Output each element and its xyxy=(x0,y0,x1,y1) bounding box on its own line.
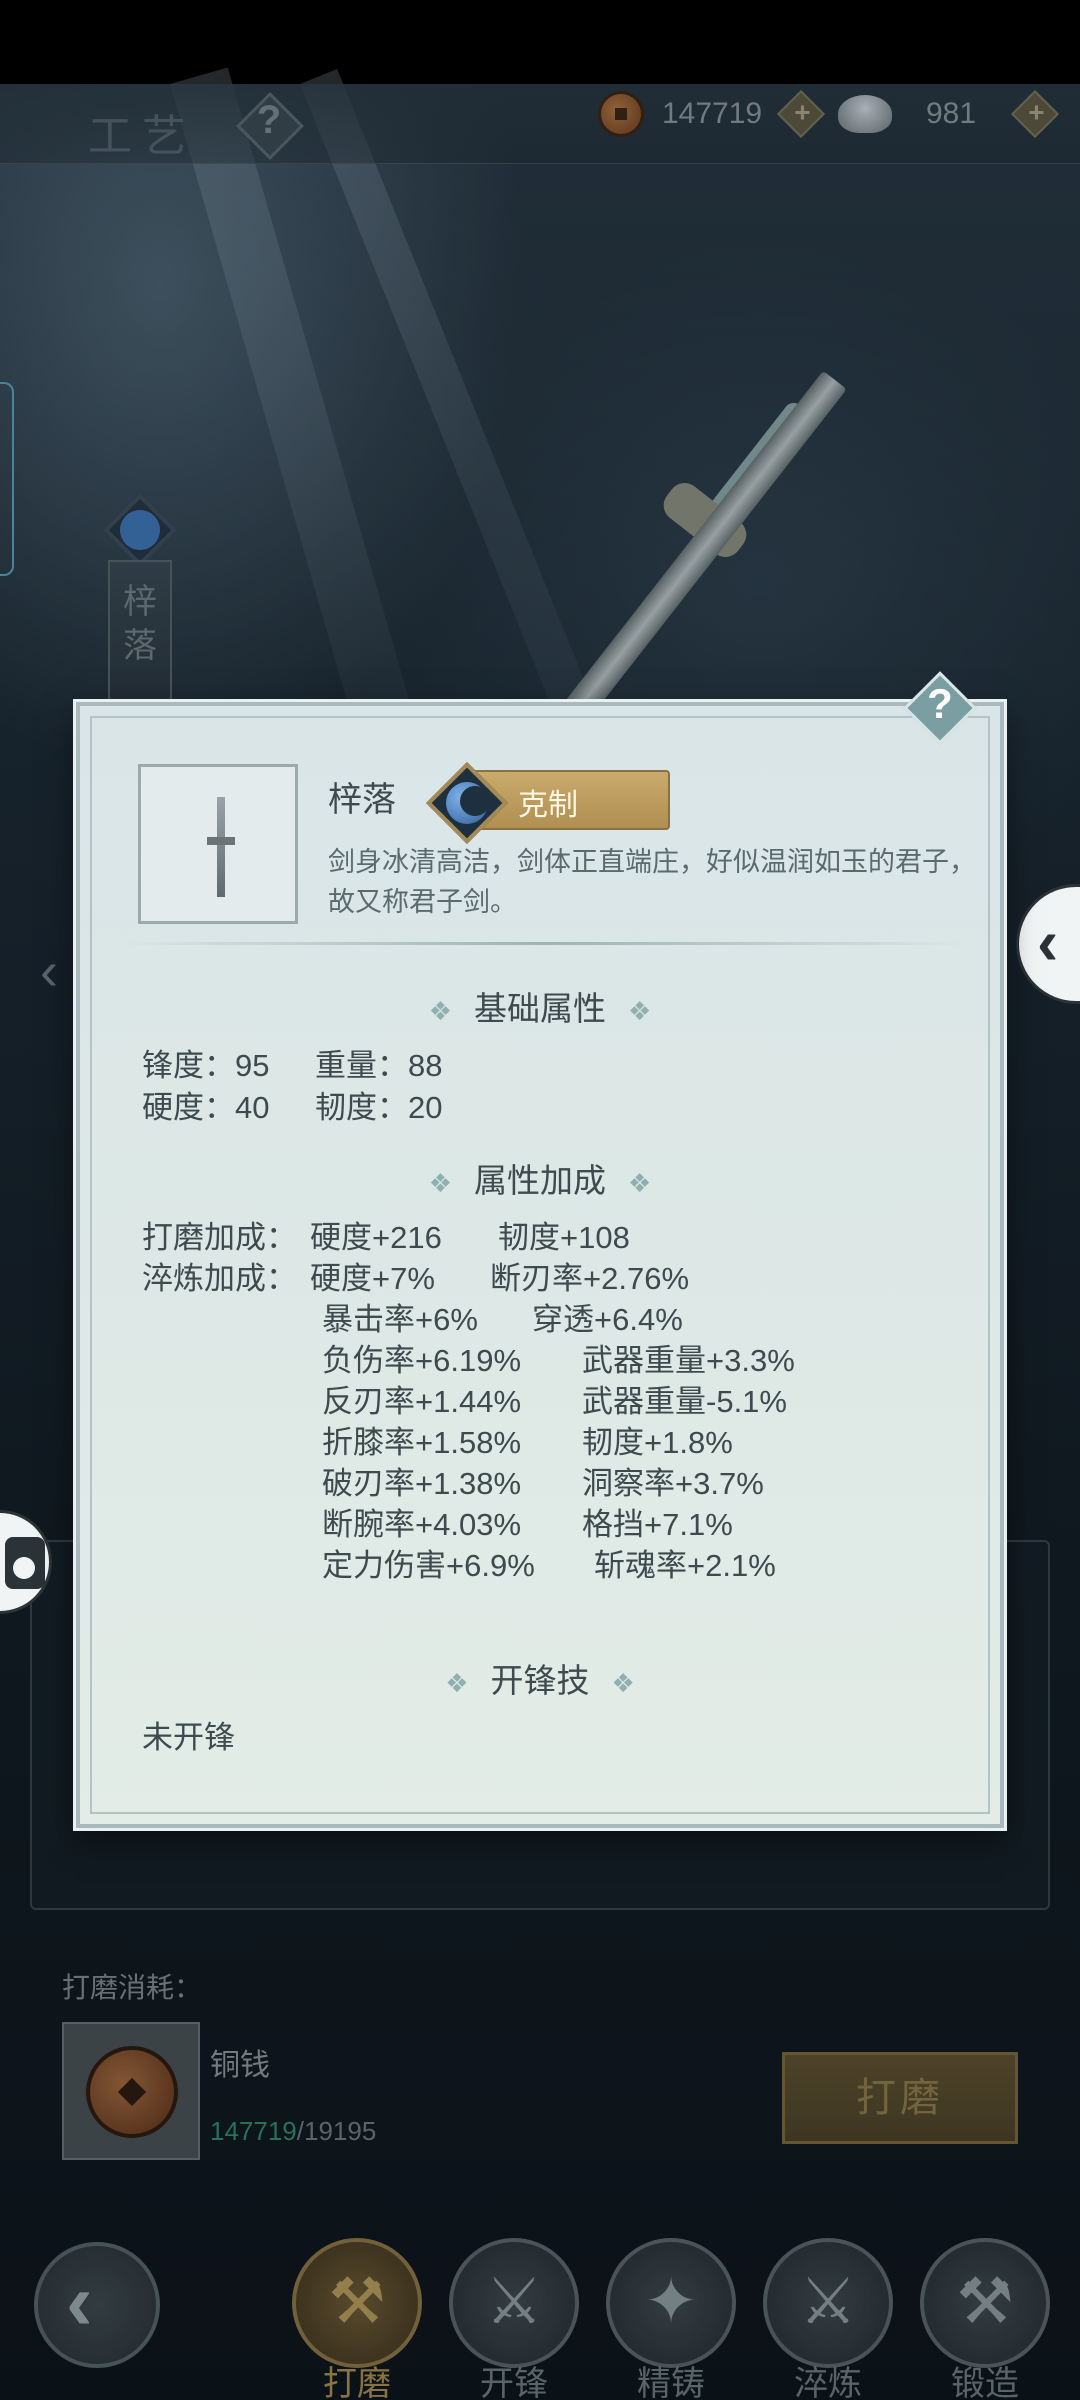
counter-label: 克制 xyxy=(518,789,578,822)
chevron-left-icon: ‹ xyxy=(1037,906,1059,978)
stat-value: 20 xyxy=(408,1090,443,1125)
bonus-value: 斩魂率+2.1% xyxy=(594,1548,776,1583)
skill-value: 未开锋 xyxy=(142,1720,235,1755)
stat-value: 88 xyxy=(408,1048,443,1083)
grind-bonus-label: 打磨加成： xyxy=(142,1220,297,1255)
stat-label: 重量： xyxy=(315,1048,408,1083)
modal-help-button[interactable]: ? xyxy=(900,668,980,748)
temper-bonus-label: 淬炼加成： xyxy=(142,1261,297,1296)
section-title: 基础属性 xyxy=(474,990,606,1027)
weapon-info-modal: 梓落 克制 剑身冰清高洁，剑体正直端庄，好似温润如玉的君子，故又称君子剑。 ❖ 基… xyxy=(76,702,1004,1828)
bonus-value: 暴击率+6% xyxy=(322,1302,478,1337)
stat-label: 锋度： xyxy=(142,1048,235,1083)
bonus-value: 武器重量+3.3% xyxy=(582,1343,795,1378)
bonus-value: 定力伤害+6.9% xyxy=(322,1548,535,1583)
section-title: 开锋技 xyxy=(490,1662,590,1699)
bonus-value: 破刃率+1.38% xyxy=(322,1466,522,1501)
stat-value: 95 xyxy=(235,1048,270,1083)
stat-value: 40 xyxy=(235,1090,270,1125)
bonus-value: 洞察率+3.7% xyxy=(582,1466,764,1501)
ornament-icon: ❖ xyxy=(628,996,652,1026)
weapon-name: 梓落 xyxy=(328,781,396,819)
counter-badge: 克制 xyxy=(425,761,708,845)
skill-heading: ❖ 开锋技 ❖ xyxy=(80,1654,1000,1702)
sword-hilt xyxy=(207,837,235,845)
bonus-value: 格挡+7.1% xyxy=(582,1507,733,1542)
stat-label: 韧度： xyxy=(315,1090,408,1125)
base-stats-heading: ❖ 基础属性 ❖ xyxy=(80,982,1000,1030)
question-icon: ? xyxy=(927,680,953,727)
ornament-icon: ❖ xyxy=(428,996,452,1026)
bonus-value: 武器重量-5.1% xyxy=(582,1384,787,1419)
ornament-icon: ❖ xyxy=(628,1168,652,1198)
ornament-icon: ❖ xyxy=(611,1668,635,1698)
bonus-value: 穿透+6.4% xyxy=(532,1302,683,1337)
sword-icon xyxy=(217,797,225,897)
bonus-value: 韧度+1.8% xyxy=(582,1425,733,1460)
bonus-value: 韧度+108 xyxy=(498,1220,630,1255)
ornament-icon: ❖ xyxy=(428,1168,452,1198)
weapon-description: 剑身冰清高洁，剑体正直端庄，好似温润如玉的君子，故又称君子剑。 xyxy=(328,847,976,917)
bonus-heading: ❖ 属性加成 ❖ xyxy=(80,1154,1000,1202)
bonus-value: 反刃率+1.44% xyxy=(322,1384,522,1419)
weapon-thumbnail xyxy=(138,764,298,924)
bonus-value: 断腕率+4.03% xyxy=(322,1507,522,1542)
bonus-value: 断刃率+2.76% xyxy=(490,1261,690,1296)
divider xyxy=(120,942,968,945)
bonus-value: 折膝率+1.58% xyxy=(322,1425,522,1460)
base-stat-row: 锋度：95 重量：88 xyxy=(142,1040,442,1085)
status-bar xyxy=(0,0,1080,84)
ornament-icon: ❖ xyxy=(445,1668,469,1698)
bonus-value: 硬度+216 xyxy=(310,1220,442,1255)
bonus-value: 硬度+7% xyxy=(310,1261,435,1296)
moon-emblem-icon xyxy=(425,761,509,845)
base-stat-row: 硬度：40 韧度：20 xyxy=(142,1082,442,1127)
stat-label: 硬度： xyxy=(142,1090,235,1125)
bonus-value: 负伤率+6.19% xyxy=(322,1343,522,1378)
section-title: 属性加成 xyxy=(474,1162,606,1199)
